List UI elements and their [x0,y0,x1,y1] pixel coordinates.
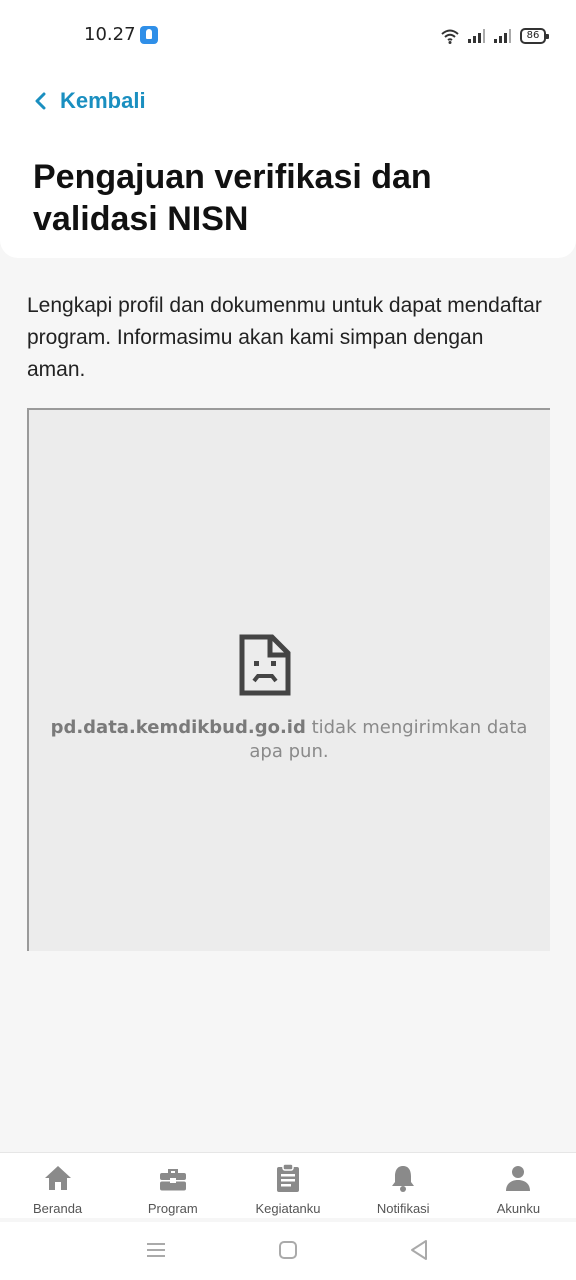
bottom-nav: Beranda Program Kegiatanku Notifikasi Ak… [0,1152,576,1218]
home-icon [44,1166,71,1190]
nav-item-kegiatanku[interactable]: Kegiatanku [230,1153,345,1218]
nav-label-notifikasi: Notifikasi [376,1201,430,1216]
description-text: Lengkapi profil dan dokumenmu untuk dapa… [27,294,542,381]
status-indicators: 86 [440,26,549,46]
nav-item-akunku[interactable]: Akunku [461,1153,576,1218]
signal-icon [494,29,511,43]
status-bar: 10.27 86 [0,0,576,60]
back-triangle-icon[interactable] [407,1238,431,1262]
embedded-frame[interactable]: pd.data.kemdikbud.go.id tidak mengirimka… [27,408,550,951]
sad-document-icon [239,634,291,696]
battery-icon: 86 [520,28,549,44]
nav-item-beranda[interactable]: Beranda [0,1153,115,1218]
system-nav-bar [0,1222,576,1280]
user-icon [506,1166,531,1191]
status-time: 10.27 [84,24,136,45]
nav-label-beranda: Beranda [33,1201,83,1216]
nav-label-akunku: Akunku [496,1201,541,1216]
page-title: Pengajuan verifikasi dan validasi NISN [33,158,432,238]
app-notification-icon [140,26,158,44]
bell-icon [392,1166,415,1192]
back-button[interactable]: Kembali [34,88,146,114]
signal-icon [468,29,485,43]
home-square-icon[interactable] [276,1238,300,1262]
clipboard-icon [277,1163,299,1192]
error-domain: pd.data.kemdikbud.go.id [50,717,306,738]
briefcase-icon [159,1169,186,1191]
nav-item-program[interactable]: Program [115,1153,230,1218]
chevron-left-icon [35,92,46,110]
wifi-icon [441,29,459,44]
nav-label-program: Program [147,1201,198,1216]
menu-icon[interactable] [144,1238,168,1262]
nav-item-notifikasi[interactable]: Notifikasi [346,1153,461,1218]
nav-label-kegiatanku: Kegiatanku [255,1201,321,1216]
back-label: Kembali [60,88,146,113]
frame-error-message: pd.data.kemdikbud.go.id tidak mengirimka… [44,716,534,764]
